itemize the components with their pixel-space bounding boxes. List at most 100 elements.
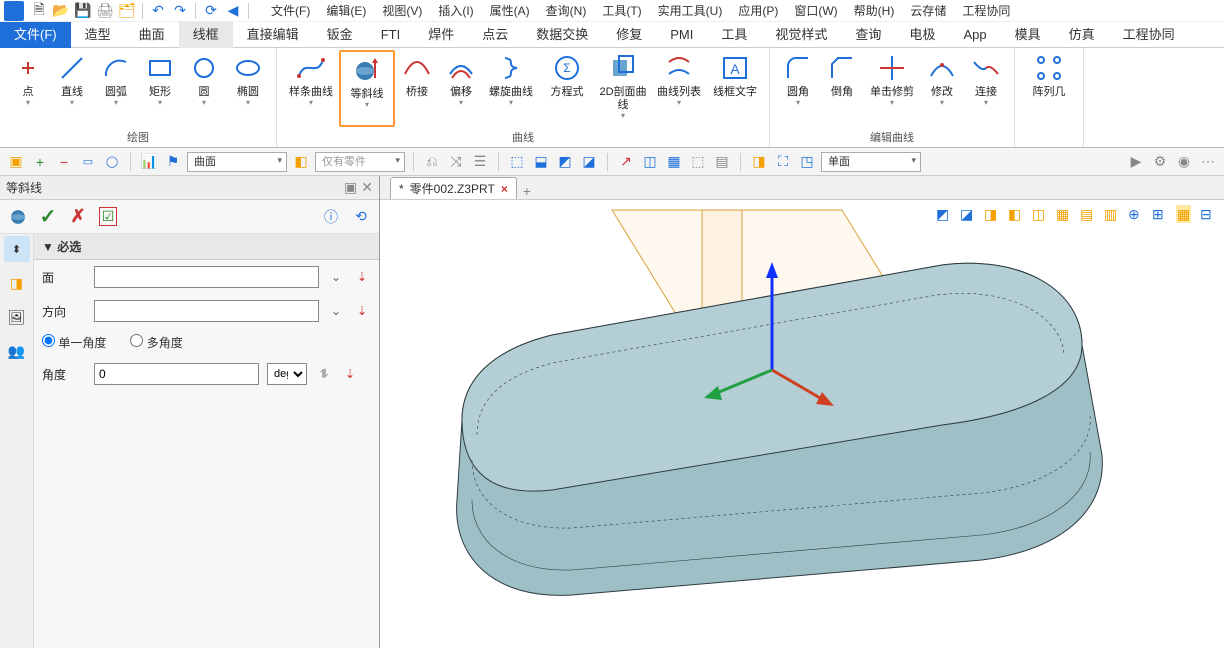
ribbon-tab-directedit[interactable]: 直接编辑 bbox=[233, 22, 313, 48]
btn-chamfer[interactable]: 倒角 bbox=[820, 50, 864, 127]
radio-multi-angle[interactable]: 多角度 bbox=[130, 334, 182, 351]
btn-clicktrim[interactable]: 单击修剪▾ bbox=[864, 50, 920, 127]
btn-bridge[interactable]: 桥接 bbox=[395, 50, 439, 127]
btn-equation[interactable]: Σ方程式 bbox=[539, 50, 595, 127]
more-icon[interactable]: ⋯ bbox=[1198, 152, 1218, 172]
saveall-icon[interactable]: 🗂 bbox=[118, 2, 136, 20]
vt-icon[interactable]: ▥ bbox=[1104, 206, 1124, 226]
btn-fillet[interactable]: 圆角▾ bbox=[776, 50, 820, 127]
ribbon-tab-fti[interactable]: FTI bbox=[367, 22, 415, 48]
vt-icon[interactable]: ◩ bbox=[936, 206, 956, 226]
input-face[interactable] bbox=[94, 266, 319, 288]
menu-collab[interactable]: 工程协同 bbox=[954, 2, 1018, 19]
btn-point[interactable]: 点▾ bbox=[6, 50, 50, 127]
undo-icon[interactable]: ↶ bbox=[149, 2, 167, 20]
panel-pin-icon[interactable]: ▣ bbox=[344, 179, 357, 196]
btn-curvelist[interactable]: 曲线列表▾ bbox=[651, 50, 707, 127]
view-cube-icon[interactable]: ◨ bbox=[749, 152, 769, 172]
ribbon-tab-electrode[interactable]: 电极 bbox=[895, 22, 949, 48]
ribbon-tab-wireframe[interactable]: 线框 bbox=[179, 22, 233, 48]
reset-icon[interactable]: ⟲ bbox=[349, 205, 373, 229]
new-icon[interactable]: 🗎 bbox=[30, 2, 48, 20]
select-circle-icon[interactable]: ◯ bbox=[102, 152, 122, 172]
filter-scope-combo[interactable]: 仅有零件 bbox=[315, 152, 405, 172]
filter-chart-icon[interactable]: 📊 bbox=[139, 152, 159, 172]
vt-icon[interactable]: ▤ bbox=[1080, 206, 1100, 226]
btn-circle[interactable]: 圆▾ bbox=[182, 50, 226, 127]
tool-d-icon[interactable]: ⬚ bbox=[507, 152, 527, 172]
pick-angle-icon[interactable]: ⇣ bbox=[341, 367, 359, 381]
select-rect-icon[interactable]: ▭ bbox=[78, 152, 98, 172]
ribbon-tab-sim[interactable]: 仿真 bbox=[1055, 22, 1109, 48]
btn-modify[interactable]: 修改▾ bbox=[920, 50, 964, 127]
sidetab-tree-icon[interactable]: ⬍ bbox=[4, 236, 30, 262]
expand-dir-icon[interactable]: ⌄ bbox=[327, 304, 345, 318]
gear-icon[interactable]: ⚙ bbox=[1150, 152, 1170, 172]
input-angle[interactable] bbox=[94, 363, 259, 385]
menu-cloud[interactable]: 云存储 bbox=[902, 2, 954, 19]
3d-viewport[interactable] bbox=[380, 200, 1224, 648]
btn-connect[interactable]: 连接▾ bbox=[964, 50, 1008, 127]
doc-tab-active[interactable]: * 零件002.Z3PRT × bbox=[390, 177, 517, 199]
ok-button[interactable]: ✓ bbox=[36, 205, 60, 229]
menu-window[interactable]: 窗口(W) bbox=[786, 2, 845, 19]
spinner-angle-icon[interactable]: ⥮ bbox=[315, 367, 333, 382]
view-iso-icon[interactable]: ◳ bbox=[797, 152, 817, 172]
ribbon-tab-sheetmetal[interactable]: 钣金 bbox=[313, 22, 367, 48]
cursor-icon[interactable]: ▣ bbox=[6, 152, 26, 172]
btn-helix[interactable]: 螺旋曲线▾ bbox=[483, 50, 539, 127]
input-direction[interactable] bbox=[94, 300, 319, 322]
info-icon[interactable]: ⓘ bbox=[319, 205, 343, 229]
menu-app[interactable]: 应用(P) bbox=[730, 2, 786, 19]
tool-e-icon[interactable]: ⬓ bbox=[531, 152, 551, 172]
redo-icon[interactable]: ↷ bbox=[171, 2, 189, 20]
vt-icon[interactable]: ◪ bbox=[960, 206, 980, 226]
menu-file[interactable]: 文件(F) bbox=[263, 2, 318, 19]
menu-view[interactable]: 视图(V) bbox=[374, 2, 430, 19]
face-mode-combo[interactable]: 单面 bbox=[821, 152, 921, 172]
btn-2dsection[interactable]: 2D剖面曲线▾ bbox=[595, 50, 651, 127]
print-icon[interactable]: 🖨 bbox=[96, 2, 114, 20]
pick-face-icon[interactable]: ⇣ bbox=[353, 270, 371, 284]
cancel-button[interactable]: ✗ bbox=[66, 205, 90, 229]
ribbon-tab-file[interactable]: 文件(F) bbox=[0, 22, 71, 48]
plus-icon[interactable]: + bbox=[30, 152, 50, 172]
tool-b-icon[interactable]: ⤨ bbox=[446, 152, 466, 172]
vt-icon[interactable]: ⊞ bbox=[1152, 206, 1172, 226]
panel-close-icon[interactable]: ✕ bbox=[361, 179, 373, 196]
filter-type-combo[interactable]: 曲面 bbox=[187, 152, 287, 172]
ribbon-tab-repair[interactable]: 修复 bbox=[602, 22, 656, 48]
tool-l-icon[interactable]: ▤ bbox=[712, 152, 732, 172]
ribbon-tab-tools[interactable]: 工具 bbox=[707, 22, 761, 48]
ribbon-tab-collab[interactable]: 工程协同 bbox=[1109, 22, 1189, 48]
btn-arc[interactable]: 圆弧▾ bbox=[94, 50, 138, 127]
vt-icon[interactable]: ⊟ bbox=[1200, 206, 1220, 226]
ribbon-tab-dataex[interactable]: 数据交换 bbox=[522, 22, 602, 48]
tool-g-icon[interactable]: ◪ bbox=[579, 152, 599, 172]
ribbon-tab-app2[interactable]: App bbox=[949, 22, 1000, 48]
sidetab-image-icon[interactable]: 🖼 bbox=[4, 304, 30, 330]
ribbon-tab-mold[interactable]: 模具 bbox=[1001, 22, 1055, 48]
vt-icon[interactable]: ◨ bbox=[984, 206, 1004, 226]
menu-util[interactable]: 实用工具(U) bbox=[650, 2, 731, 19]
play-icon[interactable]: ▶ bbox=[1126, 152, 1146, 172]
pick-dir-icon[interactable]: ⇣ bbox=[353, 304, 371, 318]
menu-tools[interactable]: 工具(T) bbox=[594, 2, 649, 19]
view-fit-icon[interactable]: ⛶ bbox=[773, 152, 793, 172]
ribbon-tab-surface[interactable]: 曲面 bbox=[125, 22, 179, 48]
feature-sphere-icon[interactable] bbox=[6, 205, 30, 229]
tool-j-icon[interactable]: ▦ bbox=[664, 152, 684, 172]
menu-help[interactable]: 帮助(H) bbox=[846, 2, 903, 19]
ribbon-tab-pointcloud[interactable]: 点云 bbox=[468, 22, 522, 48]
sidetab-box-icon[interactable]: ◨ bbox=[4, 270, 30, 296]
tool-i-icon[interactable]: ◫ bbox=[640, 152, 660, 172]
btn-wireframetext[interactable]: A线框文字 bbox=[707, 50, 763, 127]
menu-attr[interactable]: 属性(A) bbox=[482, 2, 538, 19]
btn-rect[interactable]: 矩形▾ bbox=[138, 50, 182, 127]
back-icon[interactable]: ◀ bbox=[224, 2, 242, 20]
apply-button[interactable]: ☑ bbox=[96, 205, 120, 229]
ribbon-tab-visualstyle[interactable]: 视觉样式 bbox=[761, 22, 841, 48]
menu-edit[interactable]: 编辑(E) bbox=[318, 2, 374, 19]
vt-icon[interactable]: ▦ bbox=[1176, 206, 1196, 226]
vt-icon[interactable]: ▦ bbox=[1056, 206, 1076, 226]
